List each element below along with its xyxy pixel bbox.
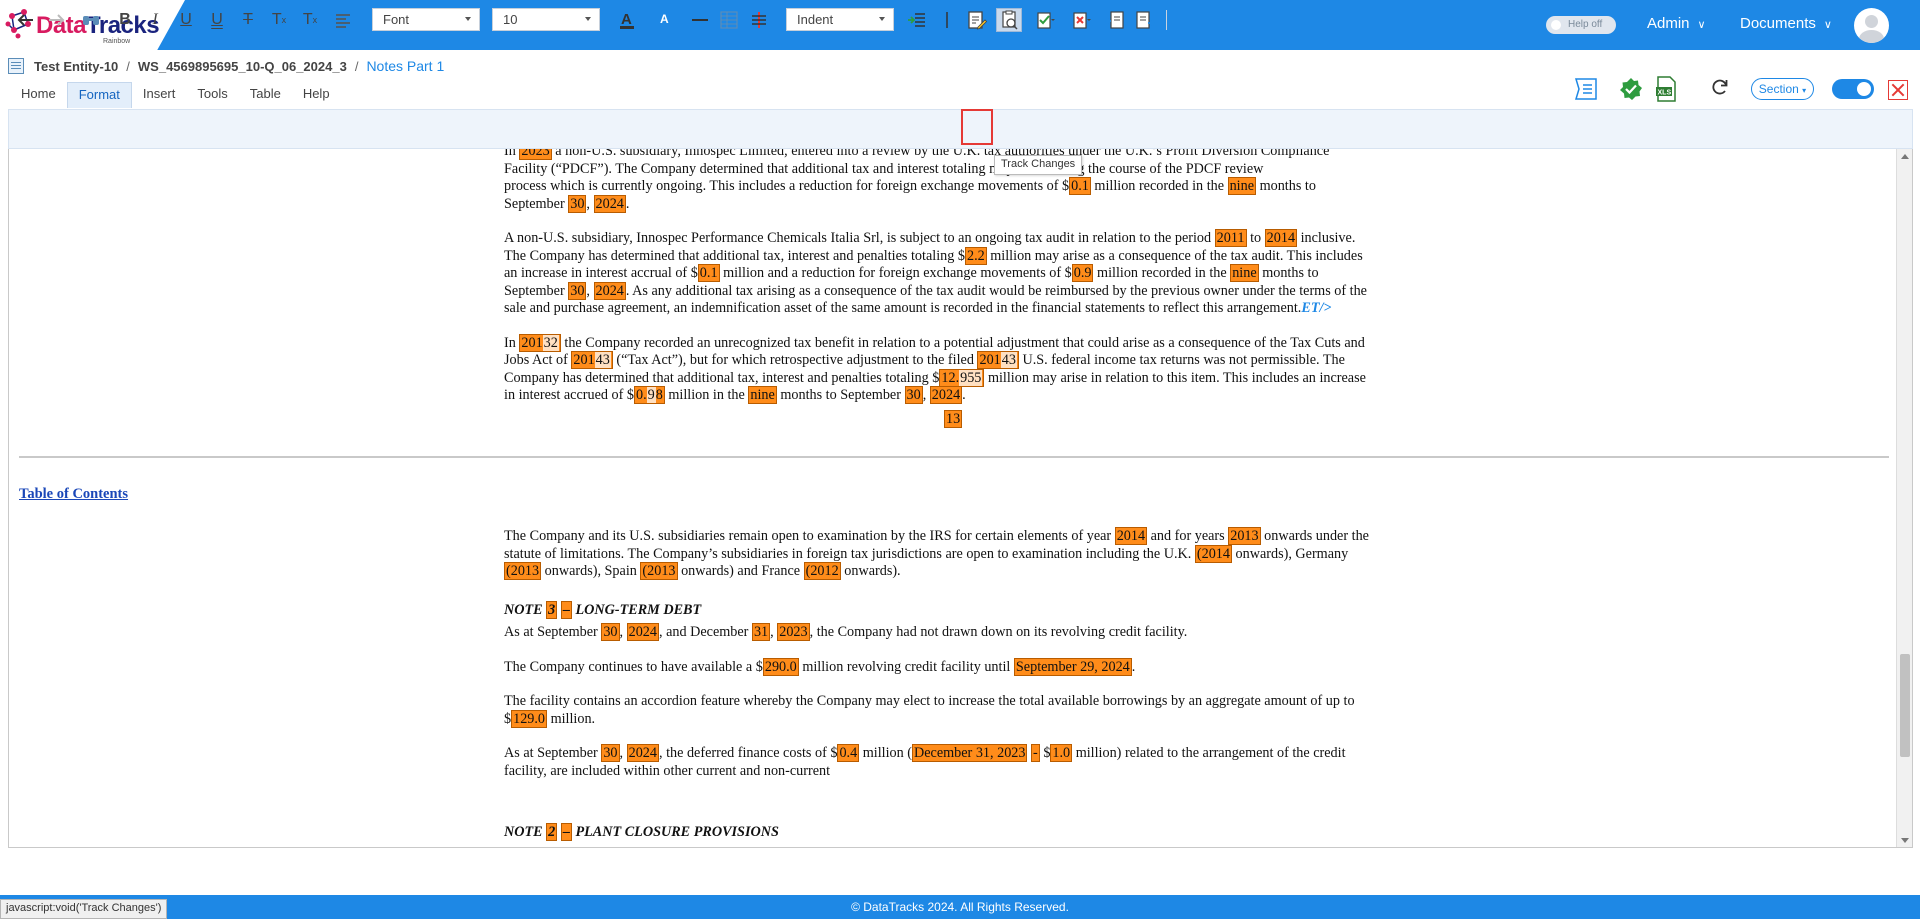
footer: © DataTracks 2024. All Rights Reserved. bbox=[0, 895, 1920, 919]
documents-menu[interactable]: Documents ∨ bbox=[1740, 15, 1832, 32]
breadcrumb-separator: / bbox=[126, 58, 130, 74]
caret-down-icon bbox=[879, 17, 885, 21]
double-underline-button[interactable]: U bbox=[207, 8, 227, 32]
help-toggle[interactable]: Help off bbox=[1546, 16, 1616, 34]
caret-down-icon bbox=[465, 17, 471, 21]
vertical-scrollbar[interactable] bbox=[1896, 149, 1912, 847]
paragraph-tax-act: In 20132 the Company recorded an unrecog… bbox=[504, 333, 1366, 404]
scrollbar-thumb[interactable] bbox=[1900, 654, 1910, 757]
table-grid-icon[interactable] bbox=[718, 8, 740, 32]
paragraph-accordion: The facility contains an accordion featu… bbox=[504, 693, 1355, 728]
next-change-icon[interactable] bbox=[1134, 8, 1156, 32]
horizontal-line-icon[interactable] bbox=[689, 8, 711, 32]
refresh-icon[interactable] bbox=[1711, 78, 1729, 96]
page-break bbox=[19, 456, 1889, 458]
italic-button[interactable]: I bbox=[145, 8, 165, 32]
tab-tools[interactable]: Tools bbox=[186, 82, 238, 108]
bold-button[interactable]: B bbox=[115, 8, 135, 32]
font-color-icon[interactable]: A bbox=[614, 8, 642, 32]
paragraph-finance-costs: As at September 30, 2024, the deferred f… bbox=[504, 744, 1346, 779]
tab-help[interactable]: Help bbox=[292, 82, 341, 108]
section-dropdown[interactable]: Section ▾ bbox=[1751, 78, 1814, 100]
font-select-label: Font bbox=[383, 12, 410, 27]
track-changes-icon[interactable] bbox=[966, 8, 988, 32]
accept-all-icon[interactable] bbox=[1032, 8, 1058, 32]
document-icon bbox=[8, 58, 24, 74]
undo-icon[interactable] bbox=[16, 8, 36, 32]
breadcrumb-workspace[interactable]: WS_4569895695_10-Q_06_2024_3 bbox=[138, 59, 347, 74]
browser-status-bar: javascript:void('Track Changes') bbox=[0, 899, 168, 919]
admin-menu-label: Admin bbox=[1647, 15, 1690, 32]
caret-down-icon: ▾ bbox=[1802, 86, 1807, 95]
binoculars-icon[interactable] bbox=[78, 8, 104, 32]
indent-increase-icon[interactable] bbox=[906, 8, 928, 32]
font-select[interactable]: Font bbox=[372, 8, 480, 31]
font-size-select[interactable]: 10 bbox=[492, 8, 600, 31]
paragraph-credit-facility: As at September 30, 2024, and December 3… bbox=[504, 623, 1188, 641]
tab-home[interactable]: Home bbox=[10, 82, 67, 108]
view-toggle[interactable] bbox=[1832, 79, 1874, 99]
previous-change-icon[interactable] bbox=[1104, 8, 1126, 32]
ribbon-tabs: Home Format Insert Tools Table Help bbox=[10, 82, 341, 108]
tab-format[interactable]: Format bbox=[66, 82, 132, 108]
documents-menu-label: Documents bbox=[1740, 15, 1816, 32]
subscript-button[interactable]: Tx bbox=[269, 8, 289, 32]
split-cell-icon[interactable] bbox=[748, 8, 770, 32]
note-3-heading: NOTE 3 – LONG-TERM DEBT bbox=[504, 600, 702, 619]
page-number: 13 bbox=[944, 410, 963, 428]
logo-subtitle: Rainbow bbox=[103, 38, 131, 45]
breadcrumb: Test Entity-10 / WS_4569895695_10-Q_06_2… bbox=[8, 56, 444, 76]
page-13-content: In 2023 a non-U.S. subsidiary, Innospec … bbox=[504, 149, 1404, 422]
compare-icon[interactable] bbox=[936, 8, 958, 32]
tab-insert[interactable]: Insert bbox=[132, 82, 187, 108]
reject-all-icon[interactable] bbox=[1068, 8, 1094, 32]
breadcrumb-separator: / bbox=[354, 58, 359, 74]
svg-text:A: A bbox=[621, 11, 632, 28]
paragraph-italia-audit: A non-U.S. subsidiary, Innospec Performa… bbox=[504, 229, 1367, 316]
align-icon[interactable] bbox=[330, 8, 358, 32]
chevron-down-icon: ∨ bbox=[1697, 19, 1706, 31]
document-viewport[interactable]: In 2023 a non-U.S. subsidiary, Innospec … bbox=[8, 149, 1913, 848]
close-icon[interactable] bbox=[1888, 80, 1908, 100]
highlight-frame bbox=[961, 109, 993, 145]
indent-select[interactable]: Indent bbox=[786, 8, 894, 31]
tab-table[interactable]: Table bbox=[239, 82, 292, 108]
help-toggle-knob bbox=[1551, 20, 1561, 30]
track-changes-tooltip: Track Changes bbox=[994, 155, 1083, 175]
help-toggle-label: Help off bbox=[1568, 19, 1603, 30]
scroll-down-icon[interactable] bbox=[1901, 838, 1909, 843]
toc-link[interactable]: Table of Contents bbox=[19, 486, 128, 503]
font-size-select-label: 10 bbox=[503, 12, 518, 27]
page-14-content: The Company and its U.S. subsidiaries re… bbox=[504, 527, 1404, 847]
caret-down-icon bbox=[585, 17, 591, 21]
outline-list-icon[interactable] bbox=[1572, 76, 1600, 102]
note-2-heading: NOTE 2 – PLANT CLOSURE PROVISIONS bbox=[504, 823, 779, 841]
breadcrumb-entity[interactable]: Test Entity-10 bbox=[34, 59, 118, 74]
section-dropdown-label: Section bbox=[1758, 82, 1799, 96]
svg-text:A: A bbox=[660, 12, 669, 26]
paragraph-irs-exam: The Company and its U.S. subsidiaries re… bbox=[504, 527, 1369, 580]
edit-tag[interactable]: ET/> bbox=[1301, 300, 1331, 316]
paragraph-pdcf: In 2023 a non-U.S. subsidiary, Innospec … bbox=[504, 149, 1404, 213]
indent-select-label: Indent bbox=[797, 12, 834, 27]
highlight-color-icon[interactable]: A bbox=[651, 8, 679, 32]
breadcrumb-section[interactable]: Notes Part 1 bbox=[366, 58, 444, 74]
strikethrough-button[interactable]: T bbox=[238, 8, 258, 32]
admin-menu[interactable]: Admin ∨ bbox=[1647, 15, 1706, 32]
chevron-down-icon: ∨ bbox=[1823, 19, 1832, 31]
paragraph-revolving: The Company continues to have available … bbox=[504, 657, 1136, 676]
toolbar-separator bbox=[1166, 10, 1167, 30]
user-avatar[interactable] bbox=[1854, 8, 1889, 43]
redo-icon[interactable] bbox=[46, 8, 66, 32]
superscript-button[interactable]: Tx bbox=[300, 8, 320, 32]
excel-export-icon[interactable]: XLS bbox=[1655, 76, 1677, 102]
scroll-up-icon[interactable] bbox=[1901, 154, 1909, 159]
accept-changes-icon[interactable] bbox=[996, 8, 1022, 32]
svg-text:XLS: XLS bbox=[1658, 90, 1672, 97]
underline-button[interactable]: U bbox=[176, 8, 196, 32]
validate-check-icon[interactable] bbox=[1619, 77, 1643, 101]
